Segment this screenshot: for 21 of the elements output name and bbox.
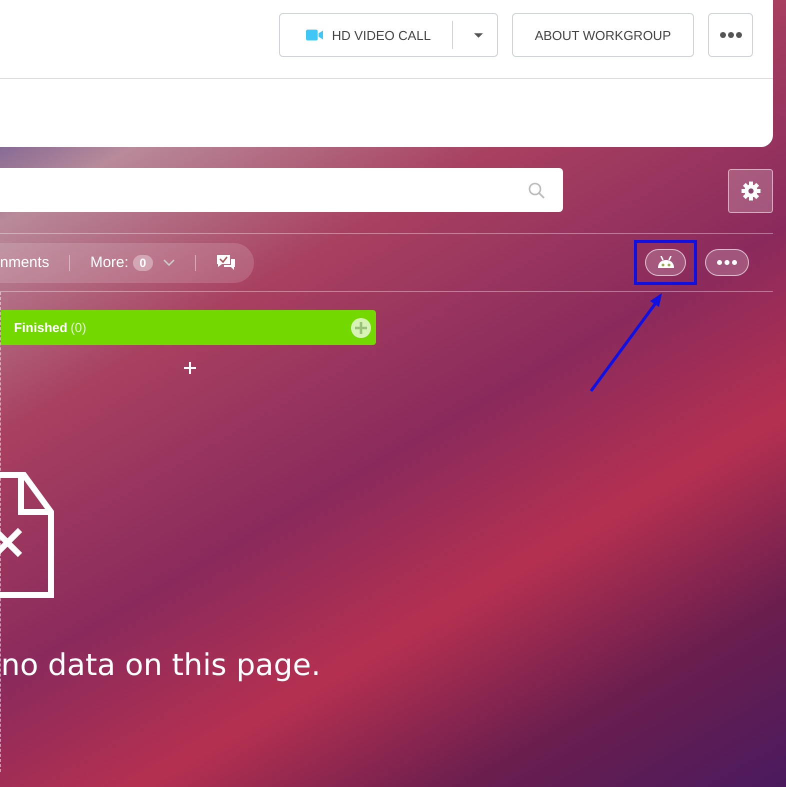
about-workgroup-button[interactable]: ABOUT WORKGROUP (512, 13, 694, 57)
search-field[interactable] (0, 168, 563, 212)
more-icon (717, 260, 737, 265)
robot-icon (656, 256, 674, 270)
robot-button[interactable] (645, 249, 686, 276)
video-call-button[interactable]: HD VIDEO CALL (278, 13, 498, 57)
chat-icon[interactable] (216, 254, 236, 272)
count-badge: 0 (132, 254, 154, 270)
more-button[interactable] (708, 13, 753, 57)
settings-button[interactable] (728, 169, 773, 213)
caret-icon[interactable] (474, 32, 483, 38)
settings-icon (740, 181, 760, 201)
column-title: Finished (14, 320, 68, 335)
column-count: (0) (70, 320, 88, 335)
search-icon (528, 182, 545, 198)
options-button[interactable] (705, 249, 749, 276)
video-call-label: HD VIDEO CALL (332, 28, 431, 42)
video-camera-icon (306, 29, 323, 41)
add-icon[interactable] (184, 362, 196, 374)
more-icon (720, 32, 742, 38)
empty-message: no data on this page. (1, 648, 322, 683)
